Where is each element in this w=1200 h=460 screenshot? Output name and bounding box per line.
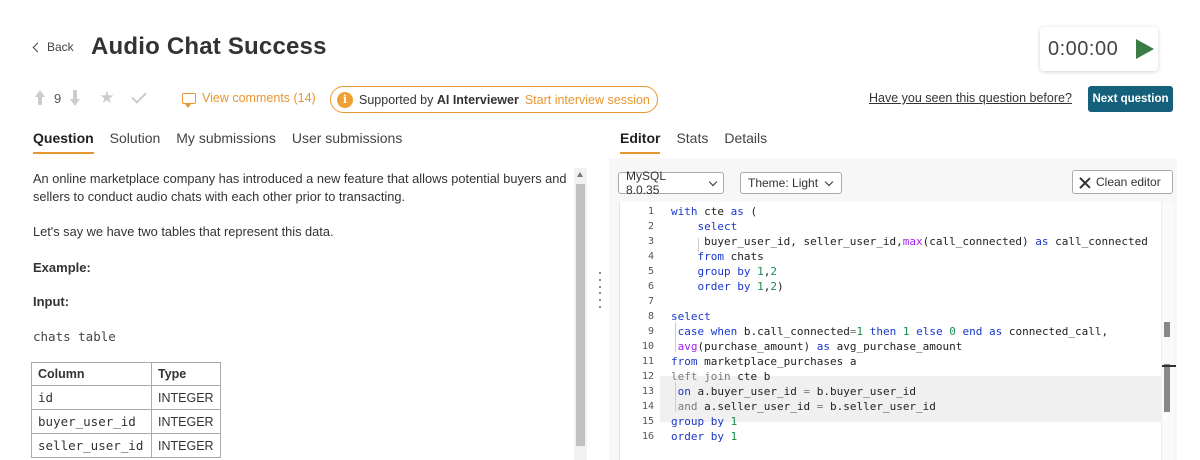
question-paragraph-2: Let's say we have two tables that repres… [33, 224, 334, 239]
vote-count: 9 [54, 90, 62, 106]
code-editor[interactable]: 1 with cte as ( 2 select 3 buyer_user_id,… [619, 202, 1164, 460]
database-select-value: MySQL 8.0.35 [626, 169, 666, 197]
theme-select-value: Theme: Light [748, 176, 819, 190]
close-icon [1079, 177, 1090, 188]
comment-icon [182, 92, 196, 108]
code-line: 9 case when b.call_connected=1 then 1 el… [647, 325, 1109, 338]
code-line: 11 from marketplace_purchases a [641, 355, 857, 368]
code-line: 16 order by 1 [641, 430, 738, 443]
tab-user-submissions[interactable]: User submissions [292, 130, 402, 154]
question-paragraph-1: An online marketplace company has introd… [33, 171, 567, 204]
clean-editor-button[interactable]: Clean editor [1072, 170, 1173, 194]
database-select[interactable]: MySQL 8.0.35 [618, 169, 724, 197]
table-header: Type [151, 362, 221, 386]
table-row: id INTEGER [31, 385, 221, 410]
back-label: Back [47, 40, 74, 54]
next-question-button[interactable]: Next question [1088, 86, 1173, 112]
table-cell: INTEGER [151, 385, 221, 410]
vote-controls: 9 ★ [34, 88, 148, 108]
ai-interviewer-banner: i Supported by AI Interviewer Start inte… [330, 86, 658, 113]
tab-stats[interactable]: Stats [676, 130, 708, 154]
start-interview-link[interactable]: Start interview session [525, 93, 650, 107]
chevron-left-icon [32, 42, 43, 52]
schema-table: Column Type id INTEGER buyer_user_id INT… [31, 362, 221, 458]
scrollbar-marker [1164, 364, 1170, 412]
back-button[interactable]: Back [32, 40, 74, 54]
code-line: 5 group by 1,2 [647, 265, 777, 278]
code-line: 14 and a.seller_user_id = b.seller_user_… [641, 400, 936, 413]
table-cell: id [31, 385, 152, 410]
left-tabs: Question Solution My submissions User su… [33, 130, 402, 154]
editor-scrollbar[interactable] [1161, 202, 1176, 460]
code-line: 1 with cte as ( [647, 205, 758, 218]
code-line: 13 on a.buyer_user_id = b.buyer_user_id [641, 385, 917, 398]
code-line: 12 left join cte b [641, 370, 771, 383]
check-icon[interactable] [131, 88, 148, 104]
table-header-row: Column Type [31, 362, 221, 386]
info-icon: i [337, 91, 353, 108]
table-name: chats table [33, 329, 116, 344]
seen-question-link[interactable]: Have you seen this question before? [869, 91, 1072, 105]
code-line: 8 select [647, 310, 711, 323]
table-row: seller_user_id INTEGER [31, 433, 221, 458]
code-line: 6 order by 1,2) [647, 280, 784, 293]
ai-prefix: Supported by [359, 92, 434, 107]
panel-splitter[interactable] [598, 272, 602, 308]
code-line: 4 from chats [647, 250, 764, 263]
table-row: buyer_user_id INTEGER [31, 409, 221, 434]
view-comments-label: View comments (14) [202, 91, 316, 105]
play-icon[interactable] [1136, 39, 1154, 59]
example-heading: Example: [33, 260, 91, 275]
tab-my-submissions[interactable]: My submissions [176, 130, 276, 154]
ai-bold: AI Interviewer [436, 92, 519, 107]
code-line: 2 select [647, 220, 738, 233]
view-comments-link[interactable]: View comments (14) [182, 91, 316, 108]
tab-editor[interactable]: Editor [620, 130, 661, 154]
ai-text: Supported by AI Interviewer [359, 93, 519, 107]
arrow-up-icon[interactable] [34, 89, 46, 107]
scroll-up-icon[interactable] [577, 172, 583, 177]
tab-question[interactable]: Question [33, 130, 94, 154]
code-line: 15 group by 1 [641, 415, 738, 428]
table-cell: buyer_user_id [31, 409, 152, 434]
chevron-down-icon [708, 177, 718, 186]
star-icon[interactable]: ★ [99, 88, 114, 108]
scrollbar-marker [1164, 322, 1170, 337]
right-tabs: Editor Stats Details [620, 130, 767, 154]
tab-solution[interactable]: Solution [110, 130, 161, 154]
table-cell: INTEGER [151, 409, 221, 434]
input-heading: Input: [33, 294, 70, 309]
timer-value: 0:00:00 [1048, 37, 1119, 60]
code-line: 10 avg(purchase_amount) as avg_purchase_… [641, 340, 963, 353]
theme-select[interactable]: Theme: Light [740, 172, 842, 194]
clean-editor-label: Clean editor [1096, 175, 1161, 189]
question-scrollbar[interactable] [574, 168, 587, 460]
scrollbar-thumb[interactable] [576, 184, 585, 446]
arrow-down-icon[interactable] [69, 89, 81, 107]
table-cell: INTEGER [151, 433, 221, 458]
page-title: Audio Chat Success [91, 33, 327, 60]
code-line: 3 buyer_user_id, seller_user_id,max(call… [647, 235, 1148, 248]
scrollbar-cursor-marker [1162, 365, 1176, 367]
code-line: 7 [647, 296, 654, 307]
chevron-down-icon [824, 177, 834, 186]
tab-details[interactable]: Details [724, 130, 767, 154]
table-cell: seller_user_id [31, 433, 152, 458]
table-header: Column [31, 362, 152, 386]
